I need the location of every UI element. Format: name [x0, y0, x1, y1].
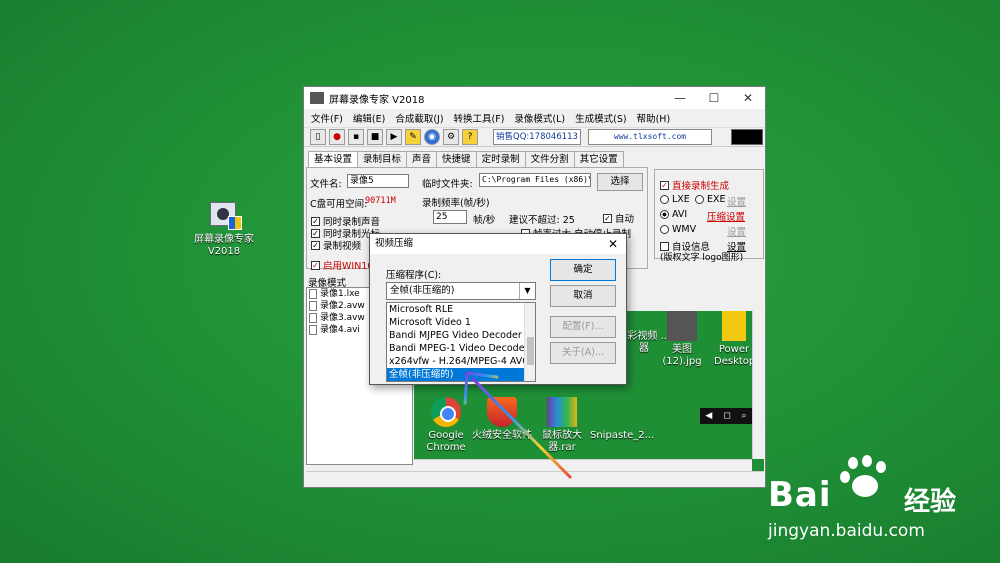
menu-convert[interactable]: 转换工具(F)	[449, 111, 510, 125]
tab-target[interactable]: 录制目标	[357, 151, 408, 168]
radio-avi[interactable]: AVI	[660, 209, 687, 220]
about-button[interactable]: 关于(A)...	[550, 342, 616, 364]
fps-suggest: 建议不超过: 25	[509, 215, 575, 226]
stop-icon[interactable]: ■	[367, 129, 383, 145]
radio-exe[interactable]: EXE	[695, 194, 726, 205]
pause-icon[interactable]: ▪	[348, 129, 364, 145]
annotation-arrow	[463, 371, 572, 479]
auto-checkbox[interactable]: ✓ 自动	[603, 211, 634, 225]
filename-input[interactable]: 录像5	[347, 174, 409, 188]
dialog-title-bar: 视频压缩 ✕	[370, 234, 626, 254]
record-icon[interactable]: ●	[329, 129, 345, 145]
website-link[interactable]: www.tlxsoft.com	[588, 129, 712, 145]
ok-button[interactable]: 确定	[550, 259, 616, 281]
toolbar: ▯ ● ▪ ■ ▶ ✎ ◉ ⚙ ? 销售QQ:178046113 www.tlx…	[304, 127, 765, 147]
compress-settings-link[interactable]: 压缩设置	[707, 209, 745, 223]
direct-record-checkbox[interactable]: ✓ 直接录制生成	[660, 178, 729, 192]
tab-strip: 基本设置 录制目标 声音 快捷键 定时录制 文件分割 其它设置	[308, 151, 624, 168]
record-video-checkbox[interactable]: ✓ 录制视频	[311, 238, 361, 252]
menu-record-mode[interactable]: 录像模式(L)	[509, 111, 570, 125]
menu-help[interactable]: 帮助(H)	[632, 111, 676, 125]
disk-space-value: 90711M	[365, 196, 396, 206]
camera-icon[interactable]: ▶	[386, 129, 402, 145]
help-icon[interactable]: ?	[462, 129, 478, 145]
pen-icon[interactable]: ✎	[405, 129, 421, 145]
desktop-icon-label: 屏幕录像专家V2018	[194, 234, 254, 257]
dialog-title: 视频压缩	[375, 238, 414, 249]
jingyan-brand: 经验	[904, 487, 957, 517]
preview-powerbi-icon: Power Desktop	[714, 311, 755, 368]
fps-label: 录制频率(帧/秒)	[422, 198, 490, 209]
close-button[interactable]: ✕	[731, 91, 765, 105]
menu-generate-mode[interactable]: 生成模式(S)	[570, 111, 631, 125]
codec-option[interactable]: Microsoft Video 1	[387, 316, 525, 329]
preview-snipaste-icon: Snipaste_2...	[590, 430, 655, 441]
fps-unit: 帧/秒	[473, 215, 496, 226]
radio-wmv[interactable]: WMV	[660, 224, 696, 235]
maximize-button[interactable]: ☐	[697, 91, 731, 105]
screen-recorder-icon	[206, 198, 242, 230]
minimize-button[interactable]: —	[663, 91, 697, 105]
new-file-icon[interactable]: ▯	[310, 129, 326, 145]
sales-qq: 销售QQ:178046113	[493, 129, 581, 145]
window-icon[interactable]: ◻	[723, 411, 730, 421]
compressor-label: 压缩程序(C):	[386, 270, 442, 281]
settings-link-1[interactable]: 设置	[727, 194, 746, 208]
app-icon	[310, 92, 324, 104]
baidu-jingyan-watermark: Bai 经验 jingyan.baidu.com	[764, 455, 1000, 555]
compressor-selected: 全帧(非压缩的)	[390, 285, 455, 296]
tab-sound[interactable]: 声音	[406, 151, 438, 168]
desktop-app-icon[interactable]: 屏幕录像专家V2018	[188, 198, 260, 258]
compressor-dropdown[interactable]: 全帧(非压缩的) ▼	[386, 282, 536, 300]
preview-vertical-scrollbar[interactable]	[752, 311, 764, 459]
menu-edit[interactable]: 编辑(E)	[348, 111, 390, 125]
watermark-url: jingyan.baidu.com	[768, 521, 925, 541]
choose-folder-button[interactable]: 选择	[597, 173, 643, 191]
configure-button[interactable]: 配置(F)...	[550, 316, 616, 338]
tab-hotkey[interactable]: 快捷键	[436, 151, 477, 168]
codec-option[interactable]: Microsoft RLE	[387, 303, 525, 316]
baidu-brand: Bai	[768, 475, 832, 515]
output-options-panel: ✓ 直接录制生成 LXE EXE 设置 AVI 压缩设置 WMV 设置 自设信息 …	[654, 169, 764, 263]
tab-other[interactable]: 其它设置	[573, 151, 624, 168]
preview-thumb	[731, 129, 763, 145]
tempdir-label: 临时文件夹:	[422, 179, 473, 190]
tab-timer[interactable]: 定时录制	[475, 151, 526, 168]
codec-option[interactable]: Bandi MJPEG Video Decoder	[387, 329, 525, 342]
filename-label: 文件名:	[310, 179, 342, 190]
tab-split[interactable]: 文件分割	[524, 151, 575, 168]
menu-merge[interactable]: 合成截取(J)	[390, 111, 448, 125]
paw-logo-icon	[840, 455, 890, 503]
radio-lxe[interactable]: LXE	[660, 194, 690, 205]
tab-basic[interactable]: 基本设置	[308, 151, 359, 168]
tempdir-input[interactable]: C:\Program Files (x86)\	[479, 173, 591, 187]
video-compression-dialog: 视频压缩 ✕ 压缩程序(C): 全帧(非压缩的) ▼ Microsoft RLE…	[369, 233, 627, 385]
menu-file[interactable]: 文件(F)	[306, 111, 348, 125]
dialog-close-icon[interactable]: ✕	[608, 234, 618, 254]
preview-photo-icon: 美图 (12).jpg	[652, 311, 712, 368]
chevron-down-icon[interactable]: ▼	[519, 283, 535, 299]
cancel-button[interactable]: 取消	[550, 285, 616, 307]
menu-bar: 文件(F) 编辑(E) 合成截取(J) 转换工具(F) 录像模式(L) 生成模式…	[304, 109, 765, 127]
codec-option[interactable]: Bandi MPEG-1 Video Decoder	[387, 342, 525, 355]
preview-mini-toolbar: ◀ ◻ ⌕	[700, 408, 752, 424]
settings-link-2[interactable]: 设置	[727, 224, 746, 238]
title-bar: 屏幕录像专家 V2018 — ☐ ✕	[304, 87, 765, 109]
disk-space-label: C盘可用空间:	[310, 199, 368, 210]
window-title: 屏幕录像专家 V2018	[329, 94, 425, 106]
settings-icon[interactable]: ⚙	[443, 129, 459, 145]
custom-info-note: (版权文字 logo图形)	[660, 253, 744, 263]
globe-icon[interactable]: ◉	[424, 129, 440, 145]
fps-input[interactable]: 25	[433, 210, 467, 224]
back-icon[interactable]: ◀	[705, 411, 712, 421]
search-icon[interactable]: ⌕	[742, 411, 747, 421]
